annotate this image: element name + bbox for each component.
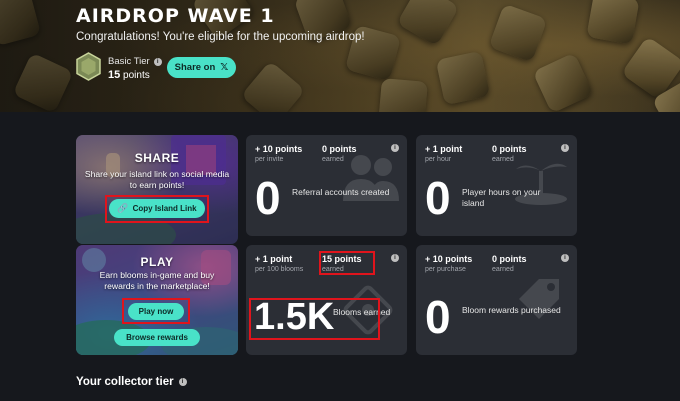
tier-badge-icon [76,52,101,81]
page-title: AIRDROP WAVE 1 [76,5,275,27]
highlight-box [249,298,380,340]
stat-value: 0 [425,172,451,224]
points-earned: 0 points [492,144,527,154]
blooms-stat-card: + 1 point per 100 blooms 15 points earne… [246,245,407,355]
stat-description: Referral accounts created [292,187,390,197]
points-rate: + 1 point [425,144,463,154]
referral-stat-card: + 10 points per invite 0 points earned i… [246,135,407,236]
highlight-box [122,298,190,324]
points-earned-label: earned [492,266,514,273]
hero-banner: AIRDROP WAVE 1 Congratulations! You're e… [0,0,680,112]
points-earned: 0 points [322,144,357,154]
play-title: PLAY [140,255,174,269]
tier-points-value: 15 [108,69,121,81]
tier-name-label: Basic Tier [108,56,150,67]
collector-tier-title: Your collector tier [76,376,174,388]
share-promo-card: SHARE Share your island link on social m… [76,135,238,244]
info-icon[interactable]: i [561,254,569,262]
points-rate-unit: per invite [255,156,284,163]
info-icon[interactable]: i [391,144,399,152]
points-rate: + 10 points [425,254,473,264]
browse-rewards-button[interactable]: Browse rewards [114,329,200,346]
share-on-x-label: Share on [174,62,216,73]
eligibility-message: Congratulations! You're eligible for the… [76,31,365,43]
info-icon[interactable]: i [178,378,187,386]
stat-value: 0 [425,291,451,343]
highlight-box [105,195,209,223]
share-title: SHARE [134,151,180,165]
share-description: Share your island link on social media t… [84,169,230,190]
tier-points-unit: points [123,70,150,81]
points-rate-unit: per hour [425,156,452,163]
rewards-purchased-stat-card: + 10 points per purchase 0 points earned… [416,245,577,355]
stat-description: Player hours on your island [462,187,541,208]
points-earned: 0 points [492,254,527,264]
info-icon[interactable]: i [153,57,162,66]
points-rate-unit: per purchase [425,266,466,273]
points-rate: + 10 points [255,144,303,154]
stat-description: Bloom rewards purchased [462,305,561,315]
play-description: Earn blooms in-game and buy rewards in t… [99,270,215,291]
tier-name: Basic Tier i [108,56,162,67]
collector-tier-heading: Your collector tier i [76,376,187,388]
x-logo-icon: 𝕏 [220,62,229,73]
points-earned-label: earned [322,156,344,163]
points-rate: + 1 point [255,254,293,264]
points-earned-label: earned [492,156,514,163]
highlight-box [319,251,375,275]
play-promo-card: PLAY Earn blooms in-game and buy rewards… [76,245,238,355]
points-rate-unit: per 100 blooms [255,266,304,273]
player-hours-stat-card: + 1 point per hour 0 points earned i 0 P… [416,135,577,236]
share-on-x-button[interactable]: Share on 𝕏 [167,57,236,78]
info-icon[interactable]: i [391,254,399,262]
stat-value: 0 [255,172,281,224]
tier-points: 15 points [108,69,150,81]
info-icon[interactable]: i [561,144,569,152]
